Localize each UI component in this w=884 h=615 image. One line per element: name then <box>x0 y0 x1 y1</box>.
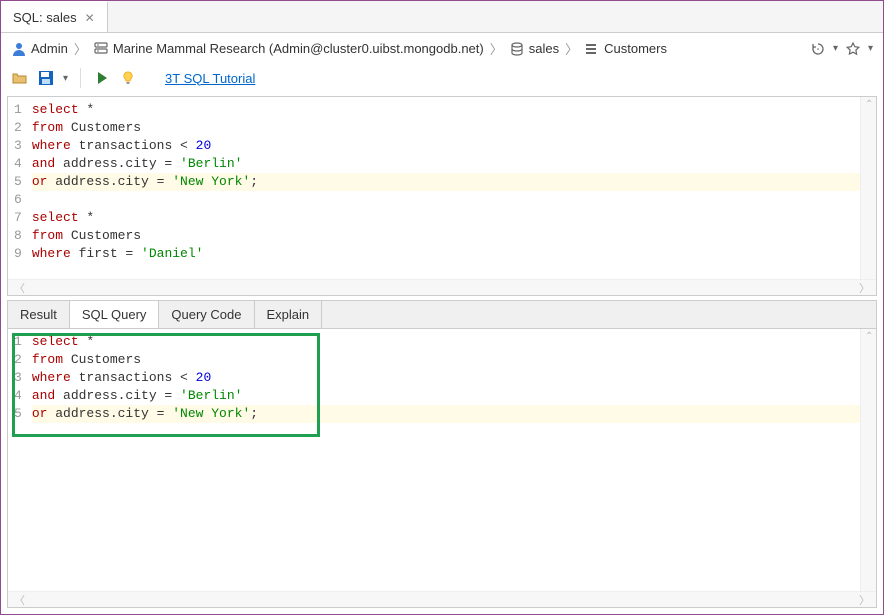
vertical-scrollbar[interactable]: ⌃ <box>860 329 876 591</box>
code-line[interactable]: select * <box>32 101 870 119</box>
vertical-scrollbar[interactable]: ⌃ <box>860 97 876 279</box>
line-number: 7 <box>14 209 22 227</box>
line-number: 3 <box>14 137 22 155</box>
code-editor[interactable]: 123456789 select *from Customerswhere tr… <box>8 97 876 279</box>
chevron-down-icon[interactable]: ▾ <box>63 73 68 84</box>
server-icon <box>93 41 109 57</box>
breadcrumb-sep: 〉 <box>563 39 580 58</box>
breadcrumb: Admin 〉 Marine Mammal Research (Admin@cl… <box>1 33 883 64</box>
code-line[interactable]: where transactions < 20 <box>32 369 870 387</box>
result-tab-sql-query[interactable]: SQL Query <box>70 301 160 328</box>
star-icon[interactable] <box>844 40 862 58</box>
code-line[interactable]: or address.city = 'New York'; <box>32 173 870 191</box>
open-folder-icon[interactable] <box>11 69 29 87</box>
line-gutter: 12345 <box>8 329 26 591</box>
toolbar: ▾ 3T SQL Tutorial <box>1 64 883 96</box>
code-line[interactable]: from Customers <box>32 227 870 245</box>
breadcrumb-connection[interactable]: Marine Mammal Research (Admin@cluster0.u… <box>113 41 484 56</box>
code-line[interactable] <box>32 191 870 209</box>
chevron-down-icon[interactable]: ▾ <box>833 43 838 54</box>
breadcrumb-database[interactable]: sales <box>529 41 559 56</box>
result-tab-explain[interactable]: Explain <box>255 301 323 328</box>
run-icon[interactable] <box>93 69 111 87</box>
tutorial-link[interactable]: 3T SQL Tutorial <box>165 71 255 86</box>
line-number: 6 <box>14 191 22 209</box>
chevron-down-icon[interactable]: ▾ <box>868 43 873 54</box>
code-line[interactable]: and address.city = 'Berlin' <box>32 387 870 405</box>
code-line[interactable]: select * <box>32 209 870 227</box>
code-line[interactable]: from Customers <box>32 351 870 369</box>
breadcrumb-user[interactable]: Admin <box>31 41 68 56</box>
tab-bar: SQL: sales ✕ <box>1 1 883 33</box>
line-number: 5 <box>14 173 22 191</box>
tab-label: SQL: sales <box>13 10 77 25</box>
breadcrumb-collection[interactable]: Customers <box>604 41 667 56</box>
result-tab-query-code[interactable]: Query Code <box>159 301 254 328</box>
toolbar-separator <box>80 68 81 88</box>
line-number: 3 <box>14 369 22 387</box>
code-line[interactable]: where transactions < 20 <box>32 137 870 155</box>
close-icon[interactable]: ✕ <box>85 11 95 25</box>
code-line[interactable]: and address.city = 'Berlin' <box>32 155 870 173</box>
line-number: 5 <box>14 405 22 423</box>
code-line[interactable]: where first = 'Daniel' <box>32 245 870 263</box>
main-editor: 123456789 select *from Customerswhere tr… <box>7 96 877 296</box>
result-code-editor[interactable]: 12345 select *from Customerswhere transa… <box>8 329 876 591</box>
breadcrumb-actions: ▾ ▾ <box>809 40 873 58</box>
history-icon[interactable] <box>809 40 827 58</box>
line-gutter: 123456789 <box>8 97 26 279</box>
database-icon <box>509 41 525 57</box>
code-line[interactable]: or address.city = 'New York'; <box>32 405 870 423</box>
line-number: 2 <box>14 351 22 369</box>
horizontal-scrollbar[interactable]: 〈〉 <box>8 591 876 607</box>
line-number: 1 <box>14 101 22 119</box>
code-line[interactable]: from Customers <box>32 119 870 137</box>
line-number: 4 <box>14 155 22 173</box>
result-tab-result[interactable]: Result <box>8 301 70 328</box>
result-tab-bar: ResultSQL QueryQuery CodeExplain <box>7 300 877 329</box>
breadcrumb-sep: 〉 <box>72 39 89 58</box>
code-area[interactable]: select *from Customerswhere transactions… <box>26 97 876 279</box>
horizontal-scrollbar[interactable]: 〈〉 <box>8 279 876 295</box>
result-panel: 12345 select *from Customerswhere transa… <box>7 329 877 608</box>
line-number: 9 <box>14 245 22 263</box>
line-number: 1 <box>14 333 22 351</box>
app-window: SQL: sales ✕ Admin 〉 Marine Mammal Resea… <box>0 0 884 615</box>
breadcrumb-sep: 〉 <box>488 39 505 58</box>
lightbulb-icon[interactable] <box>119 69 137 87</box>
collection-icon <box>584 41 600 57</box>
line-number: 4 <box>14 387 22 405</box>
line-number: 2 <box>14 119 22 137</box>
user-icon <box>11 41 27 57</box>
save-icon[interactable] <box>37 69 55 87</box>
code-line[interactable]: select * <box>32 333 870 351</box>
tab-sql-sales[interactable]: SQL: sales ✕ <box>1 1 108 32</box>
code-area[interactable]: select *from Customerswhere transactions… <box>26 329 876 591</box>
line-number: 8 <box>14 227 22 245</box>
